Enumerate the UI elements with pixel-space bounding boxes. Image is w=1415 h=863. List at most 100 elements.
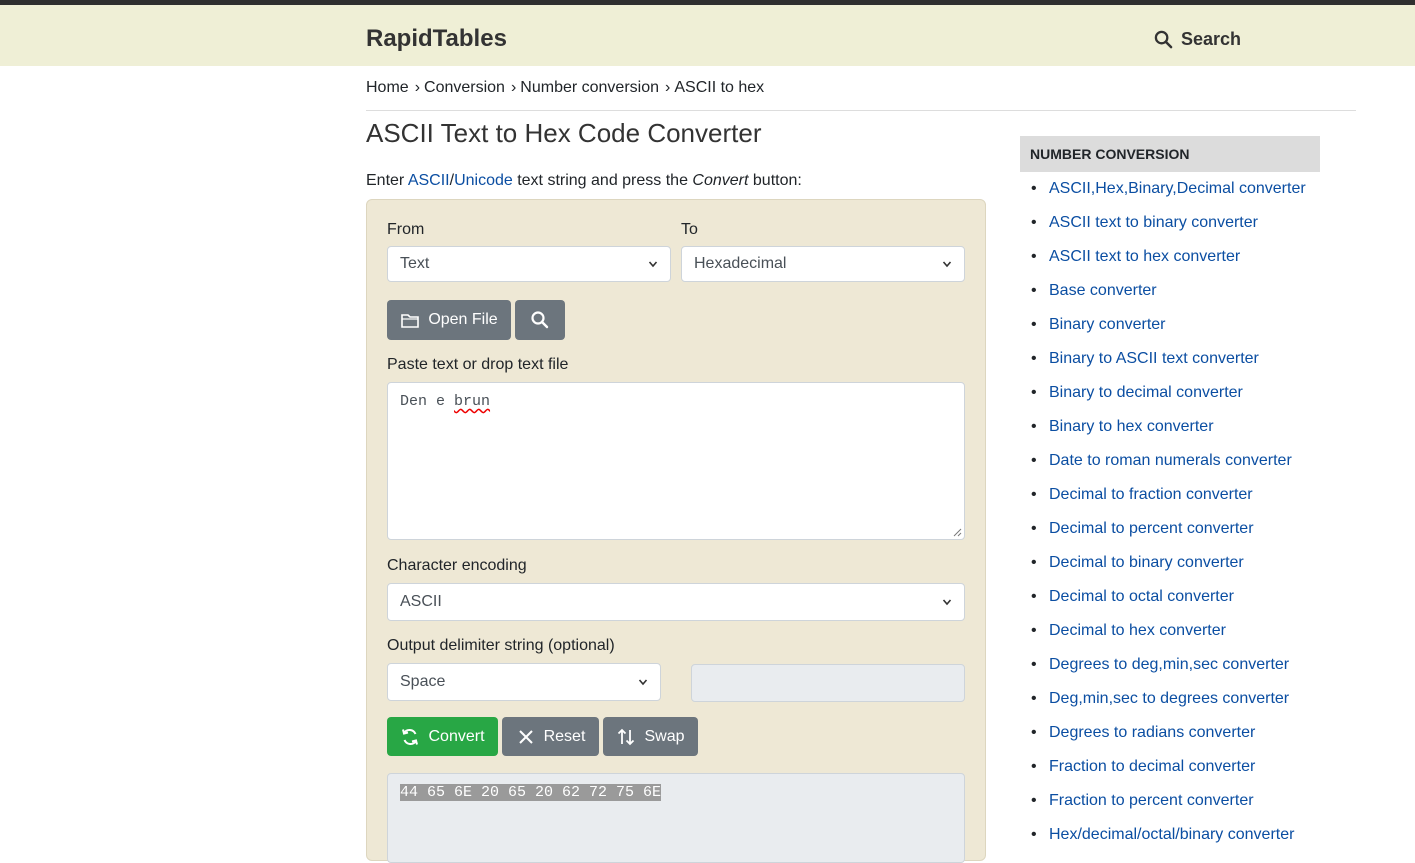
converter-panel: From Text To Hexadecimal Open File Paste…	[366, 199, 986, 863]
resize-handle-icon[interactable]	[953, 528, 962, 537]
breadcrumb-home[interactable]: Home	[366, 79, 409, 96]
swap-label: Swap	[644, 727, 685, 745]
list-item: Base converter	[1030, 280, 1306, 314]
delimiter-custom-input[interactable]	[691, 664, 965, 702]
chevron-down-icon	[942, 599, 952, 606]
page-title: ASCII Text to Hex Code Converter	[366, 118, 762, 148]
sidebar-link[interactable]: Deg,min,sec to degrees converter	[1049, 690, 1289, 707]
breadcrumb: Home › Conversion › Number conversion › ASCII …	[366, 79, 764, 97]
intro-emph: Convert	[692, 172, 749, 189]
intro-prefix: Enter	[366, 172, 408, 189]
sidebar-link[interactable]: Base converter	[1049, 282, 1157, 299]
list-item: ASCII,Hex,Binary,Decimal converter	[1030, 178, 1306, 212]
text-input[interactable]: Den e brun	[387, 382, 965, 540]
sidebar-link[interactable]: Degrees to deg,min,sec converter	[1049, 656, 1289, 673]
breadcrumb-number-conversion[interactable]: Number conversion	[520, 79, 659, 96]
search-icon	[1154, 30, 1173, 49]
sidebar-link[interactable]: ASCII,Hex,Binary,Decimal converter	[1049, 180, 1306, 197]
breadcrumb-separator: ›	[665, 79, 671, 96]
close-icon	[518, 729, 533, 744]
breadcrumb-separator: ›	[414, 79, 421, 96]
unicode-link[interactable]: Unicode	[454, 172, 513, 189]
list-item: Degrees to deg,min,sec converter	[1030, 654, 1306, 688]
encoding-value: ASCII	[400, 593, 442, 610]
open-file-button[interactable]: Open File	[387, 300, 511, 340]
output-text: 44 65 6E 20 65 20 62 72 75 6E	[400, 784, 662, 801]
intro-middle: text string and press the	[512, 172, 693, 189]
sidebar-link[interactable]: ASCII text to hex converter	[1049, 248, 1240, 265]
chevron-down-icon	[648, 261, 658, 268]
sidebar-link[interactable]: Decimal to percent converter	[1049, 520, 1254, 537]
ascii-link[interactable]: ASCII	[408, 172, 450, 189]
input-label: Paste text or drop text file	[387, 356, 569, 373]
site-logo[interactable]: RapidTables	[366, 25, 507, 53]
sidebar-link[interactable]: Binary to decimal converter	[1049, 384, 1243, 401]
to-label: To	[681, 221, 698, 238]
list-item: Fraction to decimal converter	[1030, 756, 1306, 790]
list-item: ASCII text to hex converter	[1030, 246, 1306, 280]
sidebar-link[interactable]: Fraction to decimal converter	[1049, 758, 1255, 775]
list-item: Decimal to hex converter	[1030, 620, 1306, 654]
search-label: Search	[1181, 29, 1242, 49]
sidebar-list: ASCII,Hex,Binary,Decimal converter ASCII…	[1030, 178, 1306, 858]
intro-suffix: button:	[748, 172, 802, 189]
list-item: Degrees to radians converter	[1030, 722, 1306, 756]
swap-icon	[618, 728, 635, 745]
to-select[interactable]: Hexadecimal	[681, 246, 965, 282]
sidebar-link[interactable]: Binary to ASCII text converter	[1049, 350, 1259, 367]
chevron-down-icon	[638, 679, 648, 686]
list-item: ASCII text to binary converter	[1030, 212, 1306, 246]
to-value: Hexadecimal	[694, 255, 787, 272]
encoding-label: Character encoding	[387, 557, 527, 574]
open-file-label: Open File	[428, 311, 498, 328]
from-label: From	[387, 221, 425, 238]
convert-label: Convert	[428, 727, 485, 745]
sidebar-link[interactable]: Decimal to fraction converter	[1049, 486, 1253, 503]
input-text-part: Den e	[400, 393, 455, 410]
from-value: Text	[400, 255, 430, 272]
site-header: RapidTables Search	[0, 5, 1415, 66]
delimiter-label: Output delimiter string (optional)	[387, 637, 615, 654]
breadcrumb-conversion[interactable]: Conversion	[424, 79, 505, 96]
sidebar-link[interactable]: Decimal to hex converter	[1049, 622, 1226, 639]
delimiter-select[interactable]: Space	[387, 663, 661, 701]
from-select[interactable]: Text	[387, 246, 671, 282]
list-item: Decimal to fraction converter	[1030, 484, 1306, 518]
refresh-icon	[402, 728, 419, 745]
breadcrumb-separator: ›	[510, 79, 517, 96]
reset-button[interactable]: Reset	[502, 717, 599, 756]
list-item: Date to roman numerals converter	[1030, 450, 1306, 484]
output-textarea[interactable]: 44 65 6E 20 65 20 62 72 75 6E	[387, 773, 965, 863]
list-item: Decimal to octal converter	[1030, 586, 1306, 620]
divider	[366, 110, 1356, 111]
chevron-down-icon	[942, 261, 952, 268]
sidebar-link[interactable]: Decimal to binary converter	[1049, 554, 1244, 571]
sidebar-link[interactable]: Fraction to percent converter	[1049, 792, 1254, 809]
delimiter-value: Space	[400, 673, 446, 690]
sidebar-link[interactable]: Binary to hex converter	[1049, 418, 1214, 435]
search-icon	[531, 311, 549, 329]
reset-label: Reset	[543, 727, 586, 745]
list-item: Binary to decimal converter	[1030, 382, 1306, 416]
list-item: Deg,min,sec to degrees converter	[1030, 688, 1306, 722]
list-item: Binary converter	[1030, 314, 1306, 348]
sidebar-link[interactable]: Degrees to radians converter	[1049, 724, 1255, 741]
sidebar-link[interactable]: Date to roman numerals converter	[1049, 452, 1292, 469]
header-search-button[interactable]: Search	[1154, 29, 1241, 50]
sidebar-title: NUMBER CONVERSION	[1020, 136, 1320, 172]
input-text-misspelled: brun	[454, 393, 491, 410]
list-item: Binary to ASCII text converter	[1030, 348, 1306, 382]
sidebar-link[interactable]: Hex/decimal/octal/binary converter	[1049, 826, 1294, 843]
list-item: Decimal to binary converter	[1030, 552, 1306, 586]
sidebar-link[interactable]: Binary converter	[1049, 316, 1166, 333]
search-file-button[interactable]	[515, 300, 565, 340]
sidebar-link[interactable]: ASCII text to binary converter	[1049, 214, 1258, 231]
encoding-select[interactable]: ASCII	[387, 583, 965, 621]
convert-button[interactable]: Convert	[387, 717, 498, 756]
swap-button[interactable]: Swap	[603, 717, 698, 756]
list-item: Fraction to percent converter	[1030, 790, 1306, 824]
sidebar-link[interactable]: Decimal to octal converter	[1049, 588, 1234, 605]
intro-text: Enter ASCII/Unicode text string and pres…	[366, 172, 802, 190]
list-item: Hex/decimal/octal/binary converter	[1030, 824, 1306, 858]
breadcrumb-current[interactable]: ASCII to hex	[674, 79, 764, 96]
